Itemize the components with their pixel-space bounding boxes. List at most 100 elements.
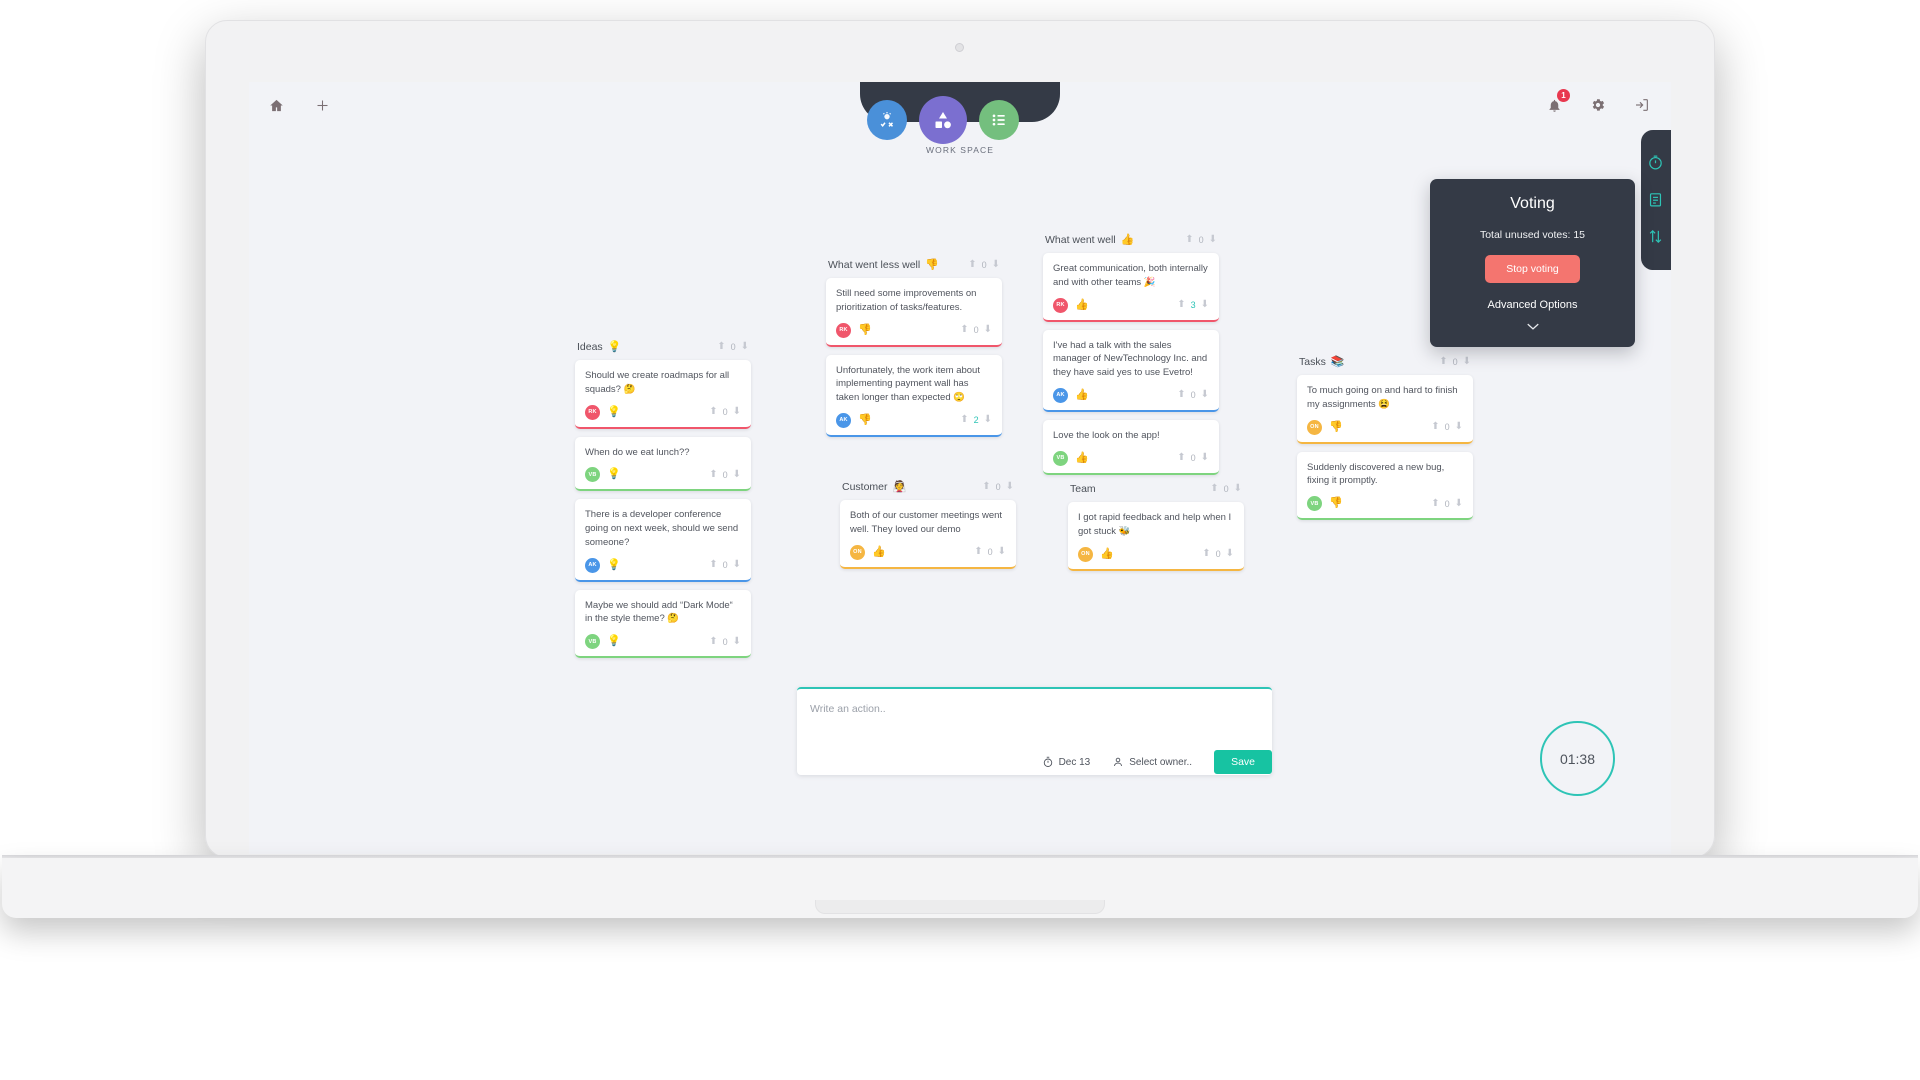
vote-up-icon[interactable]: ⬆ (1185, 234, 1193, 245)
reaction-icon[interactable]: 👍 (1075, 299, 1089, 311)
advanced-options-label[interactable]: Advanced Options (1444, 299, 1621, 311)
column-header: Ideas 💡 ⬆ 0 ⬇ (575, 340, 751, 354)
vote-up-icon[interactable]: ⬆ (1439, 356, 1447, 367)
vote-count: 0 (995, 481, 1001, 492)
save-button[interactable]: Save (1214, 750, 1272, 774)
reaction-icon[interactable]: 💡 (607, 469, 621, 480)
reaction-icon[interactable]: 👎 (1329, 498, 1343, 509)
vote-down-icon[interactable]: ⬇ (1006, 481, 1014, 492)
vote-up-icon[interactable]: ⬆ (968, 259, 976, 270)
retro-card[interactable]: Still need some improvements on prioriti… (826, 278, 1002, 347)
vote-up-icon[interactable]: ⬆ (709, 636, 717, 647)
vote-down-icon[interactable]: ⬇ (1226, 549, 1234, 559)
vote-down-icon[interactable]: ⬇ (1234, 484, 1242, 494)
column-title-text: What went less well (828, 258, 921, 271)
reaction-icon[interactable]: 💡 (607, 406, 621, 418)
retro-card[interactable]: I've had a talk with the sales manager o… (1043, 329, 1219, 412)
vote-up-icon[interactable]: ⬆ (1177, 390, 1185, 400)
avatar: RK (585, 404, 600, 420)
column-header: Tasks 📚 ⬆ 0 ⬇ (1297, 355, 1473, 369)
retro-card[interactable]: Love the look on the app! VB 👍 ⬆ 0 ⬇ (1043, 419, 1219, 475)
column-header: Team ⬆ 0 ⬇ (1068, 483, 1244, 495)
vote-up-icon[interactable]: ⬆ (709, 407, 717, 417)
reaction-icon[interactable]: 👍 (1075, 389, 1089, 401)
due-date-chip[interactable]: Dec 13 (1042, 756, 1091, 768)
retro-card[interactable]: Should we create roadmaps for all squads… (575, 360, 751, 429)
ideas-vote-tab[interactable] (867, 100, 907, 140)
reaction-icon[interactable]: 👍 (1075, 452, 1089, 464)
column-vote-control: ⬆ 0 ⬇ (1439, 356, 1471, 367)
column-what-went-less-well: What went less well 👎 ⬆ 0 ⬇ Still need some i… (826, 258, 1002, 445)
action-input-placeholder[interactable]: Write an action.. (810, 703, 886, 715)
vote-down-icon[interactable]: ⬇ (1455, 498, 1463, 509)
retro-card[interactable]: To much going on and hard to finish my a… (1297, 375, 1473, 444)
vote-up-icon[interactable]: ⬆ (974, 547, 982, 557)
retro-card[interactable]: Maybe we should add “Dark Mode“ in the s… (575, 589, 751, 659)
actions-list-tab[interactable] (979, 100, 1019, 140)
add-icon[interactable] (311, 94, 333, 116)
reaction-icon[interactable]: 👍 (1100, 548, 1114, 560)
card-text: Great communication, both internally and… (1053, 263, 1208, 288)
vote-up-icon[interactable]: ⬆ (717, 341, 725, 352)
vote-count: 0 (1223, 484, 1229, 494)
retro-card[interactable]: Suddenly discovered a new bug, fixing it… (1297, 451, 1473, 521)
vote-up-icon[interactable]: ⬆ (1177, 300, 1185, 310)
column-vote-control: ⬆ 0 ⬇ (717, 341, 749, 352)
reaction-icon[interactable]: 👍 (872, 546, 886, 558)
vote-down-icon[interactable]: ⬇ (741, 341, 749, 352)
avatar: VB (1307, 496, 1322, 512)
vote-up-icon[interactable]: ⬆ (1202, 549, 1210, 559)
vote-up-icon[interactable]: ⬆ (709, 469, 717, 480)
vote-down-icon[interactable]: ⬇ (733, 407, 741, 417)
retro-card[interactable]: Unfortunately, the work item about imple… (826, 354, 1002, 437)
card-text: I've had a talk with the sales manager o… (1053, 339, 1208, 379)
vote-down-icon[interactable]: ⬇ (1201, 300, 1209, 310)
vote-up-icon[interactable]: ⬆ (1210, 484, 1218, 494)
reaction-icon[interactable]: 💡 (607, 636, 621, 647)
vote-down-icon[interactable]: ⬇ (733, 560, 741, 570)
card-vote-control: ⬆ 0 ⬇ (1202, 549, 1234, 560)
retro-card[interactable]: Great communication, both internally and… (1043, 253, 1219, 322)
action-composer[interactable]: Write an action.. Dec 13 Select owner.. … (797, 687, 1272, 775)
vote-up-icon[interactable]: ⬆ (982, 481, 990, 492)
vote-up-icon[interactable]: ⬆ (1431, 498, 1439, 509)
vote-up-icon[interactable]: ⬆ (960, 415, 968, 425)
vote-down-icon[interactable]: ⬇ (1201, 390, 1209, 400)
countdown-timer[interactable]: 01:38 (1540, 721, 1615, 796)
vote-up-icon[interactable]: ⬆ (960, 325, 968, 335)
reaction-icon[interactable]: 👎 (858, 414, 872, 426)
due-date-label: Dec 13 (1058, 756, 1091, 768)
avatar: RK (836, 322, 851, 338)
home-icon[interactable] (265, 94, 287, 116)
workspace-tab[interactable] (919, 96, 967, 144)
vote-down-icon[interactable]: ⬇ (984, 415, 992, 425)
stop-voting-button[interactable]: Stop voting (1485, 255, 1580, 283)
reaction-icon[interactable]: 👎 (858, 324, 872, 336)
retro-card[interactable]: Both of our customer meetings went well.… (840, 500, 1016, 569)
vote-up-icon[interactable]: ⬆ (1431, 422, 1439, 432)
column-vote-control: ⬆ 0 ⬇ (968, 259, 1000, 270)
chevron-down-icon[interactable] (1444, 320, 1621, 333)
retro-card[interactable]: I got rapid feedback and help when I got… (1068, 502, 1244, 571)
reaction-icon[interactable]: 💡 (607, 559, 621, 571)
vote-down-icon[interactable]: ⬇ (1455, 422, 1463, 432)
vote-down-icon[interactable]: ⬇ (733, 636, 741, 647)
retro-card[interactable]: There is a developer conference going on… (575, 499, 751, 582)
vote-down-icon[interactable]: ⬇ (984, 325, 992, 335)
vote-down-icon[interactable]: ⬇ (1463, 356, 1471, 367)
notifications-icon[interactable]: 1 (1543, 89, 1570, 116)
column-what-went-well: What went well 👍 ⬆ 0 ⬇ Great communication, b… (1043, 233, 1219, 483)
vote-down-icon[interactable]: ⬇ (733, 469, 741, 480)
vote-down-icon[interactable]: ⬇ (992, 259, 1000, 270)
vote-up-icon[interactable]: ⬆ (1177, 453, 1185, 463)
logout-icon[interactable] (1631, 94, 1653, 116)
gear-icon[interactable] (1587, 94, 1609, 116)
vote-down-icon[interactable]: ⬇ (1209, 234, 1217, 245)
select-owner-chip[interactable]: Select owner.. (1112, 756, 1192, 768)
column-emoji-icon: 📚 (1330, 356, 1345, 368)
reaction-icon[interactable]: 👎 (1329, 421, 1343, 433)
vote-down-icon[interactable]: ⬇ (1201, 453, 1209, 463)
retro-card[interactable]: When do we eat lunch?? VB 💡 ⬆ 0 ⬇ (575, 436, 751, 492)
vote-down-icon[interactable]: ⬇ (998, 547, 1006, 557)
vote-up-icon[interactable]: ⬆ (709, 560, 717, 570)
